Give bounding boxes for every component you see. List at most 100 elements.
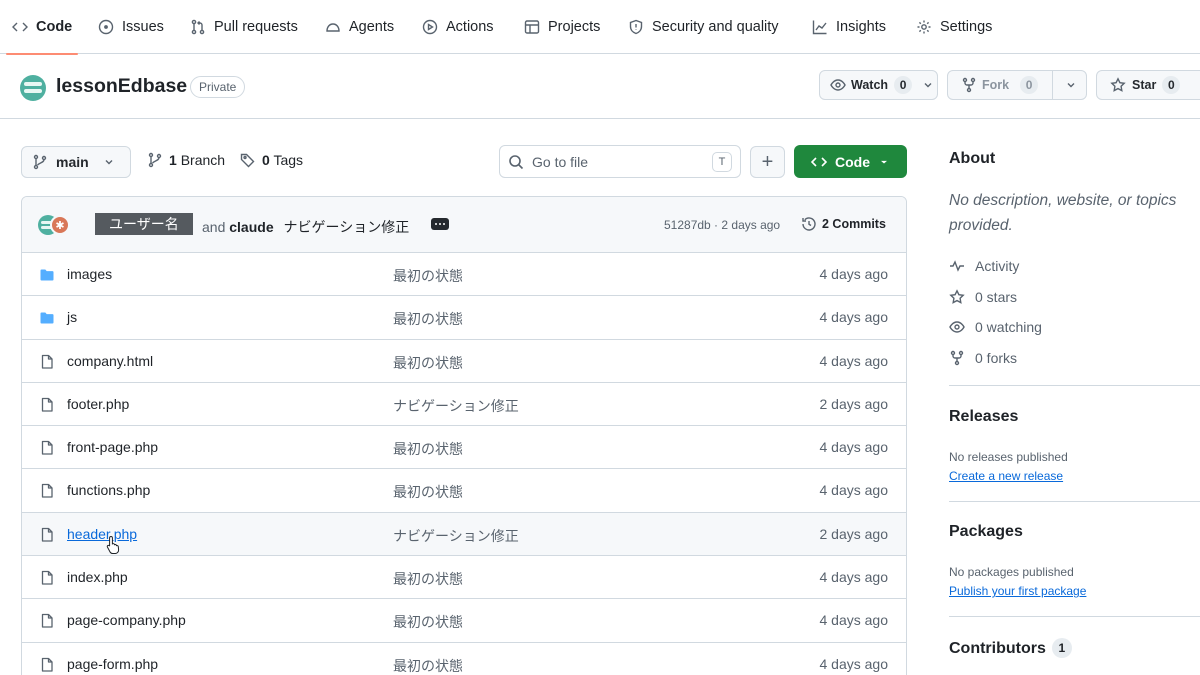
file-name-link[interactable]: functions.php bbox=[67, 482, 150, 498]
file-name-link[interactable]: footer.php bbox=[67, 396, 129, 412]
hand-pointer-cursor-icon bbox=[106, 535, 120, 554]
caret-down-icon bbox=[105, 160, 113, 165]
file-name-link[interactable]: images bbox=[67, 266, 112, 282]
fork-count: 0 bbox=[1020, 76, 1039, 94]
file-commit-message[interactable]: 最初の状態 bbox=[393, 569, 463, 589]
file-commit-message[interactable]: 最初の状態 bbox=[393, 612, 463, 632]
issue-opened-icon bbox=[98, 19, 114, 35]
about-description: No description, website, or topics provi… bbox=[949, 192, 1177, 234]
file-row[interactable]: page-form.php 最初の状態 4 days ago bbox=[22, 643, 906, 675]
file-commit-message[interactable]: 最初の状態 bbox=[393, 439, 463, 459]
file-commit-message[interactable]: 最初の状態 bbox=[393, 266, 463, 286]
caret-down-icon[interactable] bbox=[920, 77, 936, 93]
tags-link[interactable]: 0 Tags bbox=[240, 152, 303, 168]
commit-author-avatars[interactable]: ✱ bbox=[38, 215, 70, 235]
commits-link[interactable]: 2 Commits bbox=[801, 216, 886, 232]
file-row[interactable]: functions.php 最初の状態 4 days ago bbox=[22, 469, 906, 513]
releases-empty-text: No releases published bbox=[949, 450, 1068, 464]
tab-code[interactable]: Code bbox=[5, 0, 79, 55]
git-pull-request-icon bbox=[191, 19, 205, 35]
tab-agents[interactable]: Agents bbox=[325, 0, 394, 54]
commit-author-name[interactable]: ユーザー名 bbox=[95, 213, 193, 235]
file-commit-date: 4 days ago bbox=[819, 612, 889, 629]
agent-icon bbox=[326, 23, 340, 32]
search-icon bbox=[509, 154, 524, 169]
file-commit-message[interactable]: ナビゲーション修正 bbox=[393, 396, 519, 416]
file-commit-message[interactable]: 最初の状態 bbox=[393, 656, 463, 675]
watching-link[interactable]: 0 watching bbox=[949, 319, 1042, 335]
ellipsis-icon[interactable] bbox=[431, 218, 449, 230]
watch-button[interactable]: Watch 0 bbox=[819, 70, 938, 100]
file-commit-date: 4 days ago bbox=[819, 482, 889, 499]
repo-name[interactable]: lessonEdbase bbox=[56, 75, 187, 98]
file-name-link[interactable]: js bbox=[67, 309, 77, 325]
tab-settings[interactable]: Settings bbox=[916, 0, 992, 54]
shield-icon bbox=[629, 19, 643, 35]
folder-icon bbox=[39, 310, 55, 326]
file-row[interactable]: front-page.php 最初の状態 4 days ago bbox=[22, 426, 906, 470]
repo-owner-avatar[interactable] bbox=[20, 75, 46, 101]
file-commit-date: 4 days ago bbox=[819, 352, 889, 369]
visibility-badge: Private bbox=[190, 76, 246, 98]
file-commit-message[interactable]: ナビゲーション修正 bbox=[393, 526, 519, 546]
branch-selector[interactable]: main bbox=[21, 146, 131, 178]
commit-message[interactable]: ナビゲーション修正 bbox=[284, 219, 410, 235]
contributors-heading[interactable]: Contributors 1 bbox=[949, 638, 1072, 658]
code-icon bbox=[811, 156, 827, 167]
file-commit-date: 4 days ago bbox=[819, 309, 889, 326]
tab-pull-requests[interactable]: Pull requests bbox=[190, 0, 298, 54]
file-commit-message[interactable]: 最初の状態 bbox=[393, 482, 463, 502]
stars-link[interactable]: 0 stars bbox=[949, 289, 1017, 305]
file-row[interactable]: company.html 最初の状態 4 days ago bbox=[22, 340, 906, 383]
file-row[interactable]: footer.php ナビゲーション修正 2 days ago bbox=[22, 383, 906, 427]
pulse-icon bbox=[950, 260, 964, 272]
tab-issues[interactable]: Issues bbox=[98, 0, 164, 54]
star-button[interactable]: Star 0 bbox=[1096, 70, 1200, 100]
tab-security[interactable]: Security and quality bbox=[628, 0, 779, 54]
keyboard-shortcut-hint: T bbox=[712, 151, 732, 172]
file-row[interactable]: index.php 最初の状態 4 days ago bbox=[22, 556, 906, 600]
tab-actions[interactable]: Actions bbox=[422, 0, 494, 54]
star-count: 0 bbox=[1162, 76, 1181, 94]
file-name-link[interactable]: page-company.php bbox=[67, 612, 186, 628]
activity-link[interactable]: Activity bbox=[949, 258, 1019, 274]
file-icon bbox=[39, 570, 55, 586]
caret-down-icon bbox=[881, 160, 887, 163]
file-commit-message[interactable]: 最初の状態 bbox=[393, 309, 463, 329]
file-name-link[interactable]: company.html bbox=[67, 353, 153, 369]
forks-link[interactable]: 0 forks bbox=[949, 350, 1017, 366]
file-row[interactable]: page-company.php 最初の状態 4 days ago bbox=[22, 599, 906, 643]
add-file-button[interactable]: + bbox=[750, 146, 785, 178]
commit-hash-time[interactable]: 51287db · 2 days ago bbox=[664, 218, 780, 232]
caret-down-icon[interactable] bbox=[1063, 77, 1079, 93]
create-release-link[interactable]: Create a new release bbox=[949, 469, 1063, 483]
file-name-link[interactable]: header.php bbox=[67, 526, 137, 542]
coauthor-name[interactable]: claude bbox=[229, 219, 273, 235]
tab-projects[interactable]: Projects bbox=[524, 0, 600, 54]
releases-heading[interactable]: Releases bbox=[949, 408, 1018, 426]
git-branch-icon bbox=[148, 152, 162, 168]
file-name-link[interactable]: front-page.php bbox=[67, 439, 158, 455]
file-commit-message[interactable]: 最初の状態 bbox=[393, 353, 463, 373]
packages-heading[interactable]: Packages bbox=[949, 523, 1023, 541]
file-name-link[interactable]: index.php bbox=[67, 569, 128, 585]
tab-insights[interactable]: Insights bbox=[812, 0, 886, 54]
git-branch-icon bbox=[33, 154, 47, 170]
code-dropdown-button[interactable]: Code bbox=[794, 145, 907, 178]
branches-link[interactable]: 1 Branch bbox=[147, 152, 225, 168]
gear-icon bbox=[917, 20, 931, 34]
go-to-file-input[interactable]: Go to file T bbox=[499, 145, 741, 178]
file-row[interactable]: header.php ナビゲーション修正 2 days ago bbox=[22, 512, 906, 557]
star-icon bbox=[1110, 77, 1126, 92]
file-row[interactable]: images 最初の状態 4 days ago bbox=[22, 253, 906, 297]
fork-button[interactable]: Fork 0 bbox=[947, 70, 1087, 100]
repo-forked-icon bbox=[950, 350, 964, 366]
about-heading: About bbox=[949, 150, 996, 167]
file-row[interactable]: js 最初の状態 4 days ago bbox=[22, 296, 906, 340]
file-name-link[interactable]: page-form.php bbox=[67, 656, 158, 672]
file-commit-date: 4 days ago bbox=[819, 569, 889, 586]
publish-package-link[interactable]: Publish your first package bbox=[949, 584, 1086, 598]
claude-avatar: ✱ bbox=[50, 215, 70, 235]
repo-header: lessonEdbase Private Watch 0 Fork 0 Star… bbox=[0, 54, 1200, 119]
file-icon bbox=[39, 483, 55, 499]
